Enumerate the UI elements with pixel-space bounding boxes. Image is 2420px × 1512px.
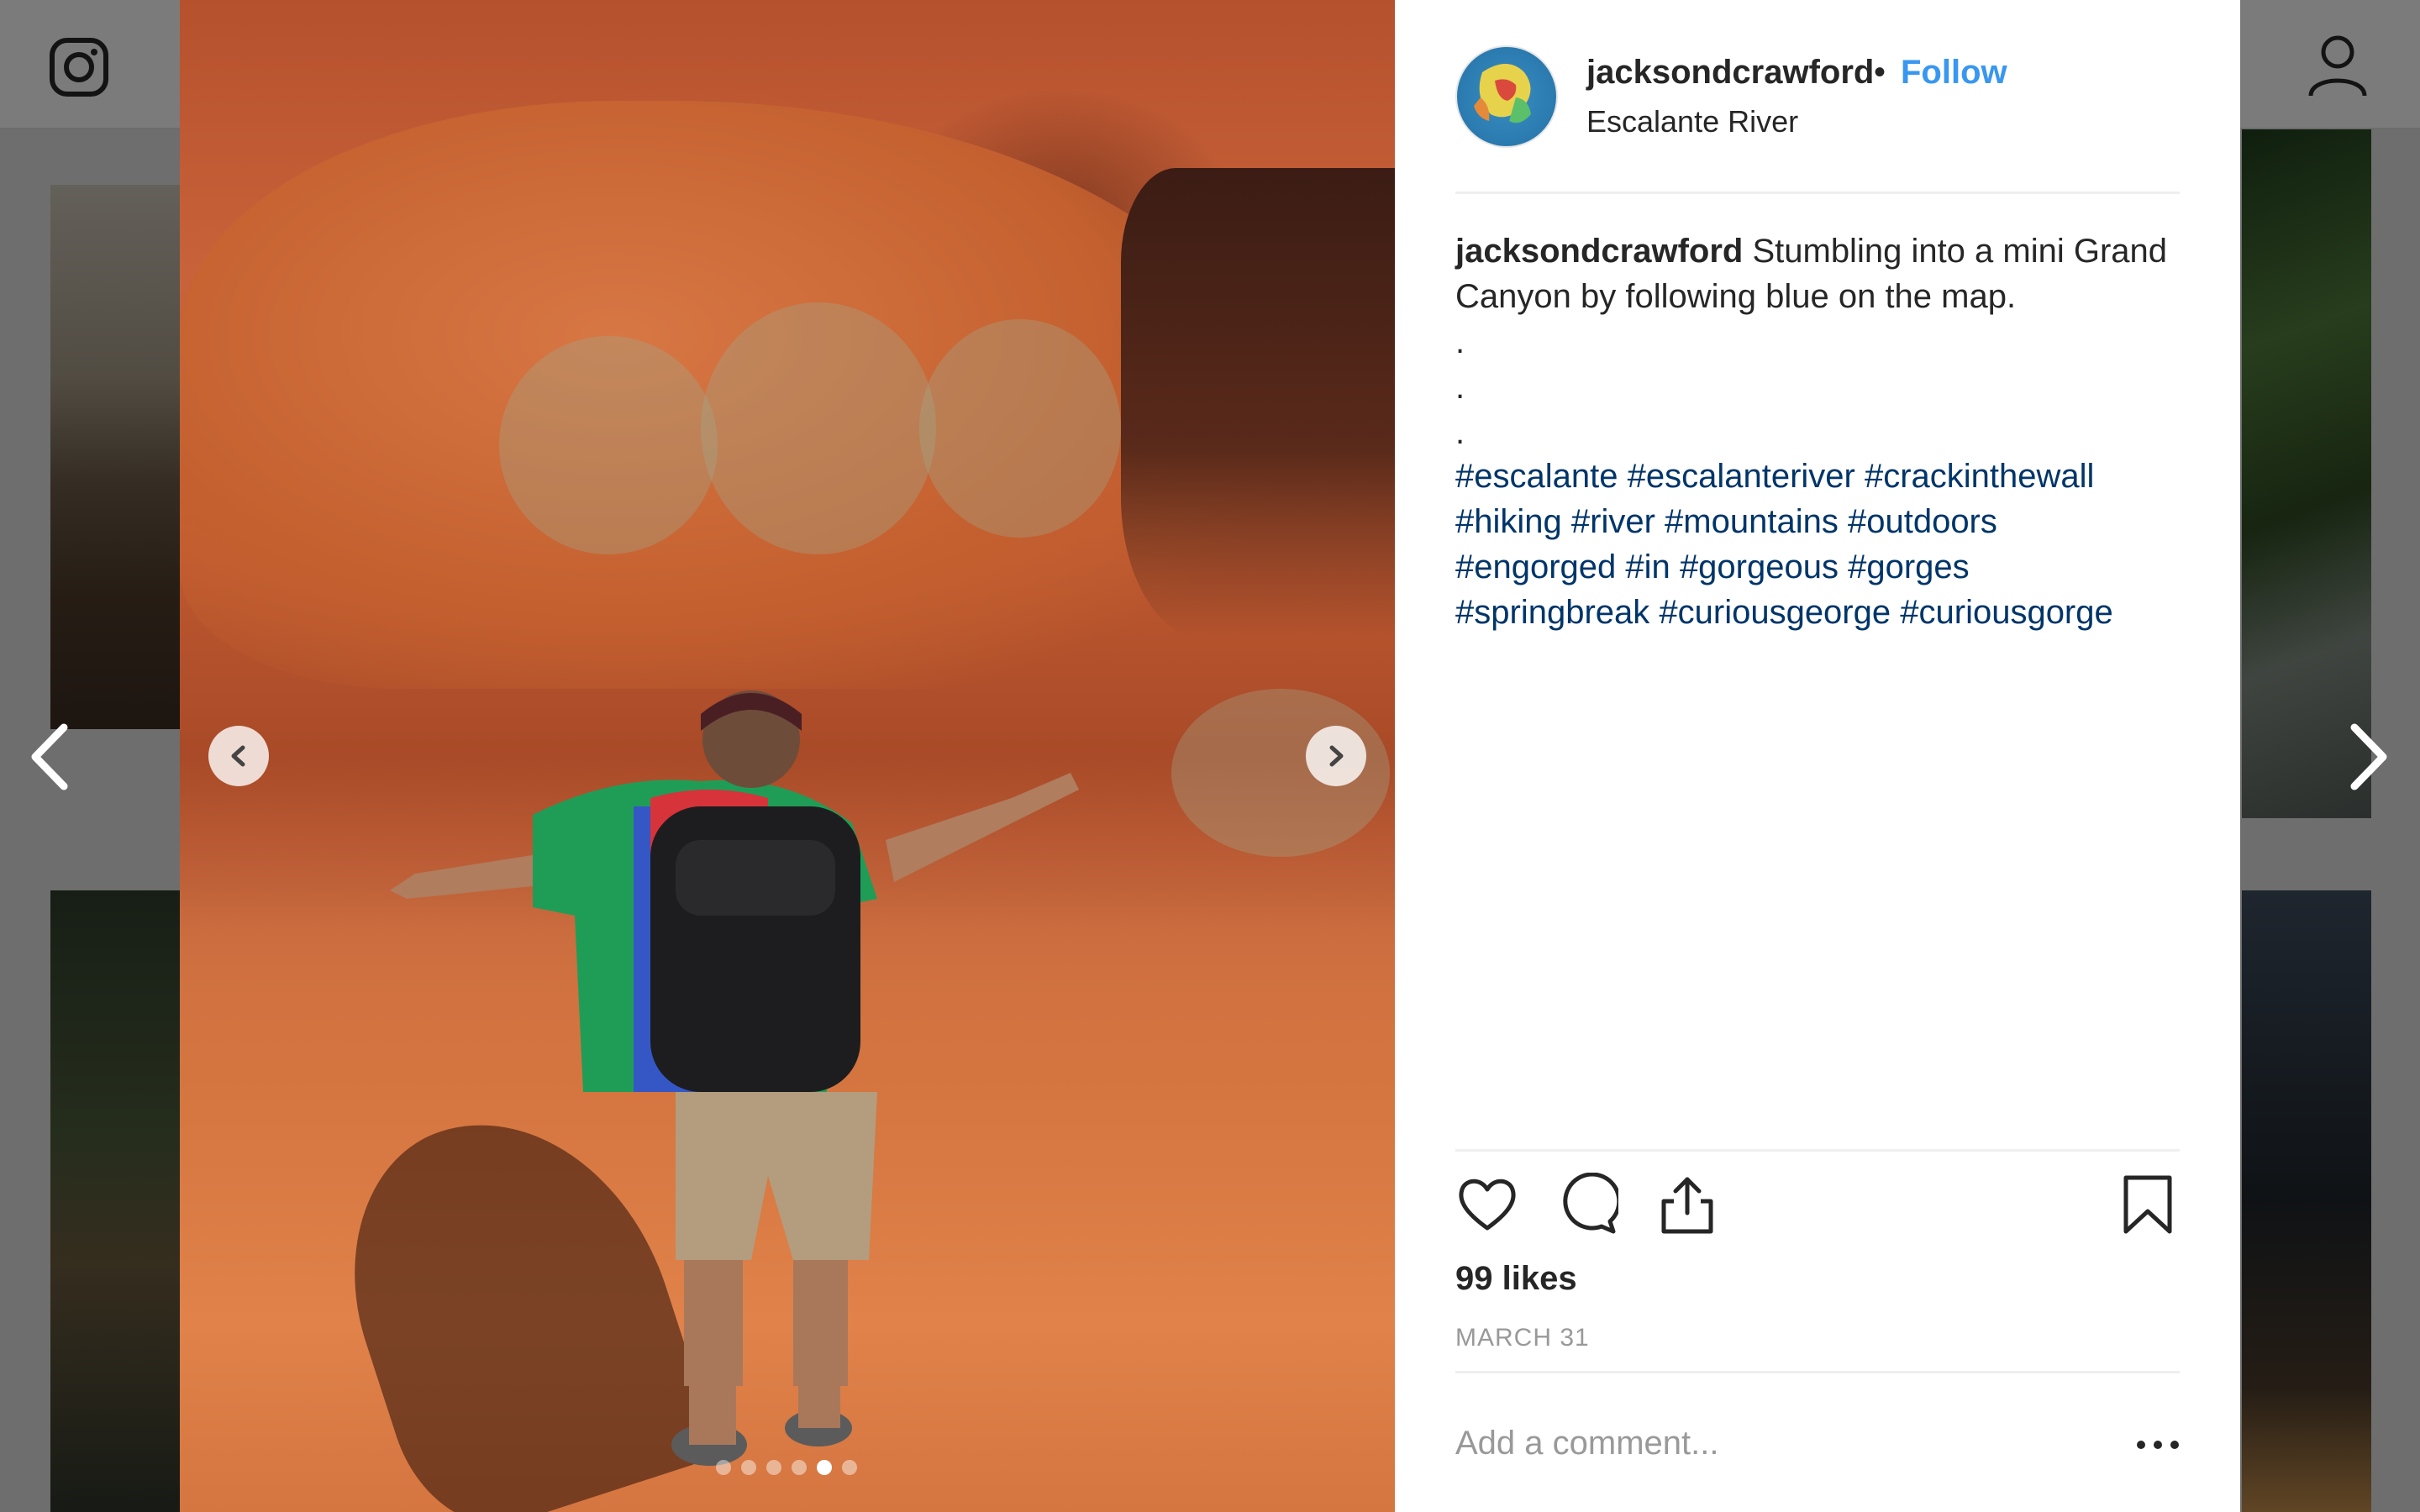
next-post-arrow-icon[interactable] [2341,719,2395,795]
more-options-icon[interactable] [2134,1428,2181,1462]
hashtag-link[interactable]: #curiousgeorge [1659,594,1891,631]
hashtag-link[interactable]: #outdoors [1848,503,1997,540]
hashtag-link[interactable]: #in [1625,549,1670,585]
carousel-next-button[interactable] [1306,726,1366,786]
heart-icon[interactable] [1455,1173,1519,1236]
avatar[interactable] [1455,45,1558,148]
carousel-dot [817,1460,832,1475]
chevron-left-icon [231,745,245,767]
caption-username[interactable]: jacksondcrawford [1455,233,1743,270]
hashtag-link[interactable]: #hiking [1455,503,1562,540]
post-location[interactable]: Escalante River [1586,104,1798,139]
carousel-dot [792,1460,807,1475]
hashtag-link[interactable]: #gorges [1848,549,1970,585]
hashtag-link[interactable]: #springbreak [1455,594,1649,631]
share-icon[interactable] [1655,1173,1719,1236]
photo-hiker [390,690,1079,1466]
carousel-dot [716,1460,731,1475]
hashtag-link[interactable]: #engorged [1455,549,1616,585]
comment-input[interactable] [1455,1425,2044,1462]
post-date[interactable]: MARCH 31 [1455,1324,1590,1352]
like-count[interactable]: 99 likes [1455,1260,1577,1298]
divider [1455,1149,2180,1152]
post-photo [180,0,1395,1512]
separator-dot: • [1874,54,1886,91]
carousel-dot [741,1460,756,1475]
bookmark-icon[interactable] [2116,1173,2180,1236]
chevron-right-icon [1329,745,1344,767]
post-caption: jacksondcrawford Stumbling into a mini G… [1455,228,2186,455]
hashtag-link[interactable]: #crackinthewall [1865,458,2094,495]
hashtag-list: #escalante #escalanteriver #crackinthewa… [1455,454,2186,635]
caption-dot: . [1455,414,1465,451]
hashtag-link[interactable]: #curiousgorge [1900,594,2113,631]
post-details-panel: jacksondcrawford • Follow Escalante Rive… [1395,0,2240,1512]
avatar-map-image [1474,64,1531,123]
post-author-username[interactable]: jacksondcrawford [1586,54,1874,92]
hashtag-link[interactable]: #gorgeous [1680,549,1839,585]
post-actions [1455,1173,2180,1240]
carousel-dot [766,1460,781,1475]
caption-dot: . [1455,323,1465,360]
carousel-dot [842,1460,857,1475]
carousel-previous-button[interactable] [208,726,269,786]
hashtag-link[interactable]: #river [1571,503,1655,540]
previous-post-arrow-icon[interactable] [24,719,77,795]
comment-icon[interactable] [1555,1173,1618,1236]
hashtag-link[interactable]: #escalanteriver [1628,458,1855,495]
follow-button[interactable]: Follow [1901,54,2007,92]
hashtag-link[interactable]: #mountains [1665,503,1839,540]
carousel-indicator [716,1460,857,1475]
divider [1455,192,2180,194]
caption-dot: . [1455,369,1465,406]
hashtag-link[interactable]: #escalante [1455,458,1618,495]
divider [1455,1371,2180,1373]
